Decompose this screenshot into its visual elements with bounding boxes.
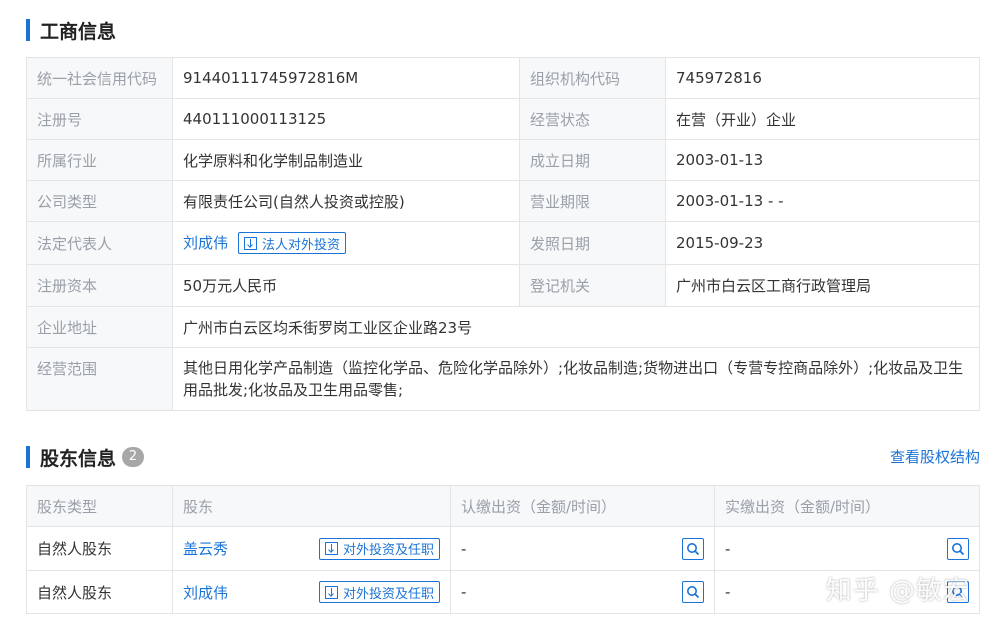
- table-row: 所属行业 化学原料和化学制品制造业 成立日期 2003-01-13: [26, 139, 980, 181]
- shareholder-name-cell: 刘成伟 对外投资及任职: [172, 570, 451, 614]
- legal-rep-link[interactable]: 刘成伟: [183, 234, 228, 252]
- legal-rep-investment-label: 法人对外投资: [262, 237, 341, 253]
- value-org-code: 745972816: [665, 57, 980, 99]
- value-founded: 2003-01-13: [665, 139, 980, 181]
- paid-cell-content: -: [725, 537, 969, 560]
- investment-positions-button[interactable]: 对外投资及任职: [318, 537, 440, 560]
- subscribed-cell: -: [450, 526, 715, 571]
- label-license-date: 发照日期: [519, 221, 666, 265]
- label-legal-rep: 法定代表人: [26, 221, 173, 265]
- value-legal-rep-cell: 刘成伟 法人对外投资: [172, 221, 520, 265]
- section-accent-bar: [26, 446, 30, 468]
- header-paid: 实缴出资（金额/时间）: [714, 485, 980, 527]
- subscribed-value: -: [461, 583, 467, 601]
- label-credit-code: 统一社会信用代码: [26, 57, 173, 99]
- table-row: 经营范围 其他日用化学产品制造（监控化学品、危险化学品除外）;化妆品制造;货物进…: [26, 347, 980, 411]
- label-scope: 经营范围: [26, 347, 173, 411]
- table-row: 企业地址 广州市白云区均禾街罗岗工业区企业路23号: [26, 306, 980, 348]
- table-row: 注册资本 50万元人民币 登记机关 广州市白云区工商行政管理局: [26, 264, 980, 307]
- value-industry: 化学原料和化学制品制造业: [172, 139, 520, 181]
- paid-value: -: [725, 583, 731, 601]
- legal-rep-investment-button[interactable]: 法人对外投资: [238, 232, 347, 255]
- shareholder-type: 自然人股东: [26, 526, 173, 571]
- label-founded: 成立日期: [519, 139, 666, 181]
- value-status: 在营（开业）企业: [665, 98, 980, 140]
- value-authority: 广州市白云区工商行政管理局: [665, 264, 980, 307]
- shareholder-name-link[interactable]: 刘成伟: [183, 582, 228, 603]
- label-reg-no: 注册号: [26, 98, 173, 140]
- header-subscribed: 认缴出资（金额/时间）: [450, 485, 715, 527]
- investment-positions-label: 对外投资及任职: [342, 543, 434, 558]
- value-address: 广州市白云区均禾街罗岗工业区企业路23号: [172, 306, 980, 348]
- investment-positions-button[interactable]: 对外投资及任职: [318, 581, 440, 603]
- section-accent-bar: [26, 19, 30, 41]
- shareholder-count-badge: 2: [122, 447, 145, 467]
- label-company-type: 公司类型: [26, 180, 173, 222]
- shareholder-info-title: 股东信息: [40, 447, 117, 470]
- download-icon: [324, 542, 338, 555]
- value-license-date: 2015-09-23: [665, 221, 980, 265]
- shareholder-cell-content: 刘成伟 对外投资及任职: [183, 581, 440, 603]
- subscribed-cell-content: -: [461, 581, 704, 603]
- label-capital: 注册资本: [26, 264, 173, 307]
- value-company-type: 有限责任公司(自然人投资或控股): [172, 180, 520, 222]
- label-authority: 登记机关: [519, 264, 666, 307]
- search-icon: [687, 542, 700, 555]
- table-header-row: 股东类型 股东 认缴出资（金额/时间） 实缴出资（金额/时间）: [26, 485, 980, 527]
- value-reg-no: 440111000113125: [172, 98, 520, 140]
- view-equity-structure-link[interactable]: 查看股权结构: [890, 446, 980, 467]
- paid-cell: -: [714, 526, 980, 571]
- shareholder-name-cell: 盖云秀 对外投资及任职: [172, 526, 451, 571]
- table-row: 统一社会信用代码 91440111745972816M 组织机构代码 74597…: [26, 57, 980, 99]
- shareholder-cell-content: 盖云秀 对外投资及任职: [183, 537, 440, 560]
- header-shareholder-type: 股东类型: [26, 485, 173, 527]
- subscribed-search-button[interactable]: [682, 537, 704, 560]
- value-credit-code: 91440111745972816M: [172, 57, 520, 99]
- shareholder-name-link[interactable]: 盖云秀: [183, 538, 228, 559]
- watermark: 知乎 @敏宏: [825, 576, 970, 606]
- paid-value: -: [725, 539, 731, 558]
- label-status: 经营状态: [519, 98, 666, 140]
- business-info-title: 工商信息: [40, 20, 117, 43]
- subscribed-value: -: [461, 539, 467, 558]
- paid-search-button[interactable]: [947, 537, 969, 560]
- subscribed-cell-content: -: [461, 537, 704, 560]
- subscribed-search-button[interactable]: [682, 581, 704, 603]
- shareholder-type: 自然人股东: [26, 570, 173, 614]
- label-org-code: 组织机构代码: [519, 57, 666, 99]
- search-icon: [952, 542, 965, 555]
- value-term: 2003-01-13 - -: [665, 180, 980, 222]
- subscribed-cell: -: [450, 570, 715, 614]
- shareholder-info-header: 股东信息 2: [26, 444, 145, 470]
- label-industry: 所属行业: [26, 139, 173, 181]
- table-row: 自然人股东 盖云秀 对外投资及任职 - -: [26, 526, 980, 571]
- business-info-header: 工商信息: [26, 17, 116, 43]
- value-capital: 50万元人民币: [172, 264, 520, 307]
- business-info-table: 统一社会信用代码 91440111745972816M 组织机构代码 74597…: [26, 57, 980, 411]
- search-icon: [687, 586, 700, 599]
- table-row: 公司类型 有限责任公司(自然人投资或控股) 营业期限 2003-01-13 - …: [26, 180, 980, 222]
- investment-positions-label: 对外投资及任职: [342, 586, 434, 602]
- table-row: 注册号 440111000113125 经营状态 在营（开业）企业: [26, 98, 980, 140]
- label-term: 营业期限: [519, 180, 666, 222]
- label-address: 企业地址: [26, 306, 173, 348]
- value-scope: 其他日用化学产品制造（监控化学品、危险化学品除外）;化妆品制造;货物进出口（专营…: [172, 347, 980, 411]
- table-row: 法定代表人 刘成伟 法人对外投资 发照日期 2015-09-23: [26, 221, 980, 265]
- download-icon: [244, 236, 258, 250]
- download-icon: [324, 585, 338, 599]
- header-shareholder: 股东: [172, 485, 451, 527]
